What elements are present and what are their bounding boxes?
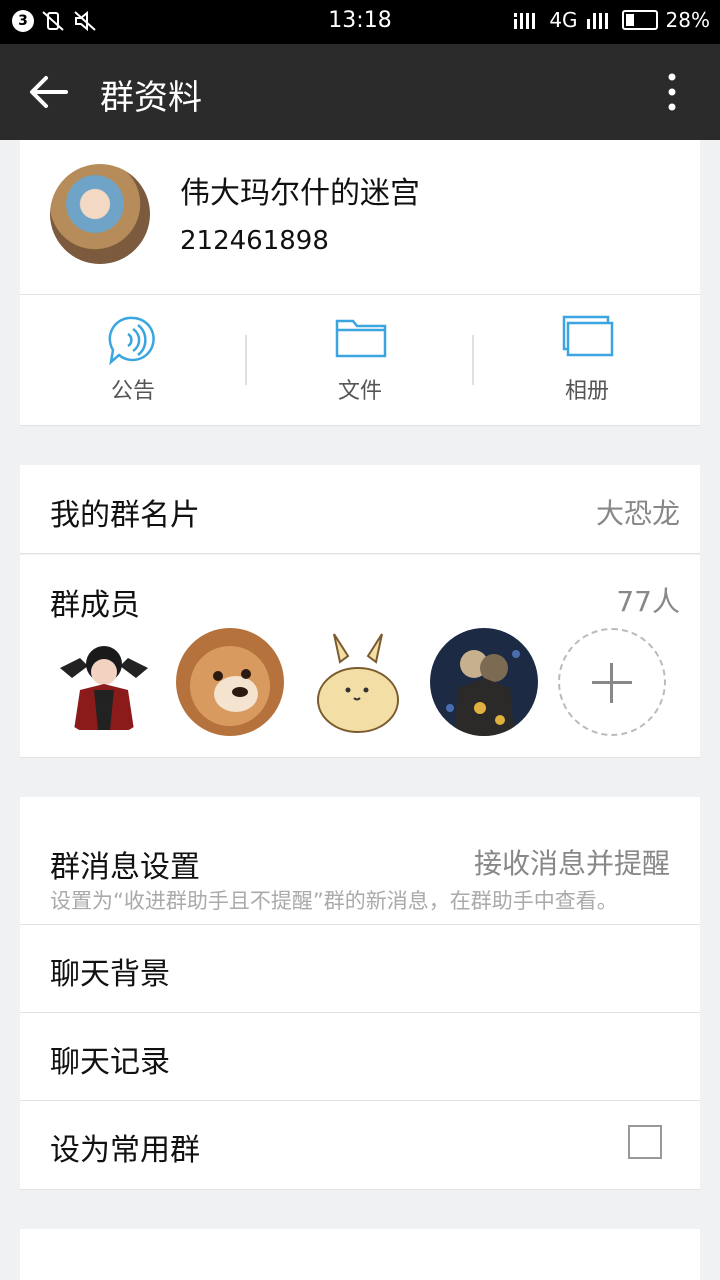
album-button[interactable]: 相册	[474, 295, 700, 425]
album-icon	[562, 315, 614, 357]
members-label: 群成员	[50, 588, 140, 623]
message-settings-row[interactable]: 群消息设置 接收消息并提醒 设置为“收进群助手且不提醒”群的新消息，在群助手中查…	[20, 797, 700, 924]
page-title: 群资料	[100, 78, 202, 118]
chat-history-label: 聊天记录	[50, 1045, 170, 1080]
status-right: 4G 28%	[513, 8, 710, 32]
signal-icon	[514, 13, 536, 29]
group-profile-card: 伟大玛尔什的迷宫 212461898 公告 文件 相册	[20, 140, 700, 425]
message-settings-hint: 设置为“收进群助手且不提醒”群的新消息，在群助手中查看。	[50, 889, 618, 913]
status-bar: 3 13:18 4G 28%	[0, 0, 720, 44]
folder-icon	[335, 319, 387, 358]
network-type: 4G	[549, 8, 578, 32]
group-id: 212461898	[180, 226, 329, 256]
more-options-button[interactable]	[660, 72, 684, 112]
my-group-card-label: 我的群名片	[50, 498, 200, 533]
set-common-group-checkbox[interactable]	[628, 1125, 662, 1159]
group-name: 伟大玛尔什的迷宫	[180, 176, 420, 211]
announcement-icon	[108, 316, 155, 365]
divider	[20, 1189, 700, 1190]
files-label: 文件	[337, 379, 382, 404]
message-settings-value: 接收消息并提醒	[473, 847, 670, 880]
more-vertical-icon	[668, 73, 676, 111]
next-section-row[interactable]	[20, 1229, 700, 1280]
files-button[interactable]: 文件	[247, 295, 473, 425]
announcement-button[interactable]: 公告	[20, 295, 246, 425]
set-common-group-label: 设为常用群	[50, 1133, 200, 1168]
set-common-group-row[interactable]: 设为常用群	[20, 1101, 700, 1189]
member-avatar-image	[176, 628, 284, 736]
divider	[20, 425, 700, 426]
group-avatar[interactable]	[50, 164, 150, 264]
chat-background-row[interactable]: 聊天背景	[20, 925, 700, 1012]
app-bar: 群资料	[0, 44, 720, 140]
member-avatar[interactable]	[304, 628, 412, 736]
group-tools: 公告 文件 相册	[20, 295, 700, 425]
members-section[interactable]: 群成员 77人	[20, 555, 700, 757]
member-avatar-image	[304, 628, 412, 736]
member-avatar[interactable]	[430, 628, 538, 736]
divider	[20, 553, 700, 554]
back-arrow-icon	[30, 76, 68, 108]
add-member-button[interactable]	[558, 628, 666, 736]
member-avatar-image	[50, 628, 158, 736]
message-settings-label: 群消息设置	[50, 850, 200, 885]
divider	[20, 757, 700, 758]
battery-icon	[621, 10, 658, 30]
member-avatar[interactable]	[50, 628, 158, 736]
chat-history-row[interactable]: 聊天记录	[20, 1013, 700, 1100]
chat-background-label: 聊天背景	[50, 957, 170, 992]
album-label: 相册	[564, 379, 609, 404]
member-avatar-image	[430, 628, 538, 736]
member-avatar[interactable]	[176, 628, 284, 736]
my-group-card-value: 大恐龙	[595, 497, 680, 530]
battery-percent: 28%	[665, 8, 710, 32]
members-count: 77人	[616, 585, 680, 618]
signal-icon-secondary	[586, 13, 608, 29]
announcement-label: 公告	[110, 379, 155, 404]
back-button[interactable]	[24, 68, 80, 116]
my-group-card-row[interactable]: 我的群名片 大恐龙	[20, 465, 700, 553]
